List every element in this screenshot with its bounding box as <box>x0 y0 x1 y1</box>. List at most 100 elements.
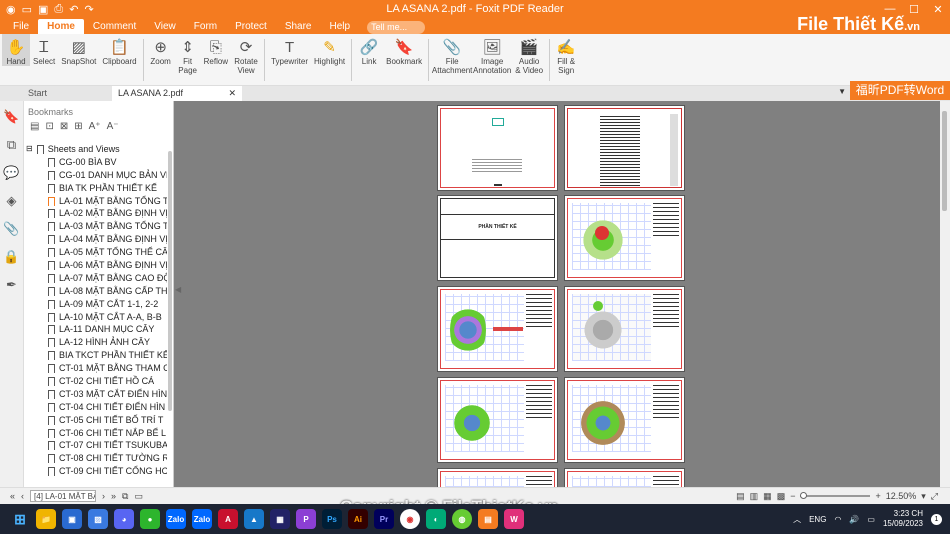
podcast-icon[interactable]: P <box>296 509 316 529</box>
tab-close-icon[interactable]: ✕ <box>228 86 236 101</box>
print-icon[interactable]: ⎙ <box>54 3 63 16</box>
tab-start[interactable]: Start <box>22 86 112 101</box>
snapshot-button[interactable]: ▨ SnapShot <box>58 34 99 67</box>
bookmark-item[interactable]: LA-12 HÌNH ẢNH CÂY <box>24 336 167 349</box>
menu-home[interactable]: Home <box>38 19 84 34</box>
reflow-button[interactable]: ⎘ Reflow <box>201 34 231 67</box>
close-icon[interactable]: ✕ <box>926 0 950 18</box>
page-thumb-3[interactable]: PHẦN THIẾT KẾ <box>437 195 558 281</box>
menu-help[interactable]: Help <box>321 19 360 34</box>
foxit-icon[interactable]: ▤ <box>478 509 498 529</box>
remote-desktop-icon[interactable]: ▣ <box>62 509 82 529</box>
zoom-in-icon[interactable]: + <box>875 491 880 501</box>
hand-button[interactable]: ✋ Hand <box>2 34 30 66</box>
bookmark-item[interactable]: CT-02 CHI TIẾT HỒ CÁ <box>24 375 167 388</box>
bookmark-item[interactable]: CT-03 MẶT CẮT ĐIỂN HÌN <box>24 388 167 401</box>
bookmark-item[interactable]: CG-00 BÌA BV <box>24 156 167 169</box>
bookmark-item[interactable]: LA-11 DANH MỤC CÂY <box>24 323 167 336</box>
generic-app-icon[interactable]: ▦ <box>270 509 290 529</box>
tell-me-input[interactable]: Tell me... <box>367 21 426 34</box>
zoom-level[interactable]: 12.50% <box>886 491 917 501</box>
zoom-dropdown-icon[interactable]: ▾ <box>921 491 926 502</box>
font-decrease-icon[interactable]: A⁻ <box>107 121 119 132</box>
page-thumb-10[interactable] <box>564 468 685 487</box>
image-annotation-button[interactable]: 🖼 Image Annotation <box>472 34 512 76</box>
link-button[interactable]: 🔗 Link <box>355 34 383 67</box>
bookmark-item[interactable]: LA-01 MẶT BẰNG TỔNG T <box>24 195 167 208</box>
bookmark-item[interactable]: CT-04 CHI TIẾT ĐIỂN HÌN <box>24 401 167 414</box>
bookmark-item[interactable]: LA-10 MẶT CẮT A-A, B-B <box>24 311 167 324</box>
page-number-field[interactable]: [4] LA-01 MẶT BẰ <box>30 490 97 502</box>
tab-document[interactable]: LA ASANA 2.pdf ✕ <box>112 86 242 101</box>
signature-panel-icon[interactable]: ✒ <box>6 277 17 293</box>
edge-icon[interactable]: ◐ <box>426 509 446 529</box>
discord-icon[interactable]: ◕ <box>114 509 134 529</box>
continuous-facing-icon[interactable]: ▩ <box>777 491 786 502</box>
tray-chevron-icon[interactable]: ︿ <box>793 514 801 525</box>
font-increase-icon[interactable]: A⁺ <box>89 121 101 132</box>
file-explorer-icon[interactable]: 📁 <box>36 509 56 529</box>
page-thumb-9[interactable] <box>437 468 558 487</box>
sketchup-icon[interactable]: ▲ <box>244 509 264 529</box>
app-icon[interactable]: ◉ <box>6 3 16 16</box>
bookmark-item[interactable]: BIA TK PHẦN THIẾT KẾ <box>24 182 167 195</box>
bookmark-item[interactable]: BIA TKCT PHẦN THIẾT KẾ <box>24 349 167 362</box>
bookmark-item[interactable]: CT-08 CHI TIẾT TƯỜNG R <box>24 452 167 465</box>
pages-panel-icon[interactable]: ⧉ <box>7 137 16 153</box>
single-page-icon[interactable]: ▤ <box>736 491 745 502</box>
audio-video-button[interactable]: 🎬 Audio & Video <box>512 34 546 76</box>
menu-comment[interactable]: Comment <box>84 19 145 34</box>
zoom-slider[interactable] <box>800 492 871 499</box>
photoshop-icon[interactable]: Ps <box>322 509 342 529</box>
facing-page-icon[interactable]: ▦ <box>763 491 772 502</box>
input-language[interactable]: ENG <box>809 515 826 524</box>
menu-share[interactable]: Share <box>276 19 321 34</box>
page-thumb-6[interactable] <box>564 286 685 372</box>
fullscreen-icon[interactable]: ⤢ <box>931 491 938 502</box>
page-thumb-2[interactable] <box>564 105 685 191</box>
bookmark-item[interactable]: LA-03 MẶT BẰNG TỔNG T <box>24 220 167 233</box>
viewer-scrollbar[interactable] <box>940 101 950 487</box>
pdf-to-word-banner[interactable]: 福昕PDF转Word <box>850 81 950 100</box>
bookmark-item[interactable]: CT-01 MẶT BẰNG THAM C <box>24 362 167 375</box>
page-thumb-4[interactable] <box>564 195 685 281</box>
bookmark-item[interactable]: LA-09 MẶT CẮT 1-1, 2-2 <box>24 298 167 311</box>
zoom-out-icon[interactable]: − <box>790 491 795 501</box>
speaker-icon[interactable]: 🔊 <box>849 515 859 524</box>
wifi-icon[interactable]: ◠ <box>834 515 841 524</box>
zoom-button[interactable]: ⊕ Zoom <box>147 34 175 67</box>
bookmark-item[interactable]: LA-07 MẶT BẰNG CAO ĐỘ <box>24 272 167 285</box>
menu-form[interactable]: Form <box>185 19 226 34</box>
chrome-icon[interactable]: ◉ <box>400 509 420 529</box>
page-thumb-8[interactable] <box>564 377 685 463</box>
windows-start-icon[interactable]: ⊞ <box>10 509 30 529</box>
bookmark-root[interactable]: ⊟ Sheets and Views <box>24 143 167 156</box>
bookmark-scrollbar[interactable] <box>168 151 172 411</box>
notification-icon[interactable]: 1 <box>931 513 942 525</box>
security-panel-icon[interactable]: 🔒 <box>3 249 19 265</box>
photos-icon[interactable]: ▨ <box>88 509 108 529</box>
open-icon[interactable]: ▭ <box>22 3 32 16</box>
undo-icon[interactable]: ↶ <box>69 3 78 16</box>
fit-page-button[interactable]: ⇕ Fit Page <box>175 34 201 76</box>
battery-icon[interactable]: ▭ <box>867 515 875 524</box>
menu-file[interactable]: File <box>4 19 38 34</box>
add-bookmark-icon[interactable]: ⊡ <box>45 121 53 132</box>
comments-panel-icon[interactable]: 💬 <box>3 165 19 181</box>
expand-bookmark-icon[interactable]: ⊞ <box>74 121 82 132</box>
delete-bookmark-icon[interactable]: ⊠ <box>60 121 68 132</box>
bookmark-item[interactable]: LA-06 MẶT BẰNG ĐỊNH VỊ <box>24 259 167 272</box>
redo-icon[interactable]: ↷ <box>84 3 93 16</box>
bookmark-item[interactable]: CG-01 DANH MỤC BẢN VẼ <box>24 169 167 182</box>
last-page-icon[interactable]: » <box>111 491 116 501</box>
rotate-view-button[interactable]: ⟳ Rotate View <box>231 34 261 76</box>
attachments-panel-icon[interactable]: 📎 <box>3 221 19 237</box>
tab-dropdown-icon[interactable]: ▼ <box>838 87 846 96</box>
bookmark-item[interactable]: LA-02 MẶT BẰNG ĐỊNH VỊ <box>24 207 167 220</box>
typewriter-button[interactable]: T Typewriter <box>268 34 311 67</box>
fill-sign-button[interactable]: ✍ Fill & Sign <box>553 34 579 76</box>
bookmark-panel-icon[interactable]: 🔖 <box>3 109 19 125</box>
menu-view[interactable]: View <box>145 19 185 34</box>
illustrator-icon[interactable]: Ai <box>348 509 368 529</box>
page-view-icon[interactable]: ▭ <box>134 491 143 502</box>
